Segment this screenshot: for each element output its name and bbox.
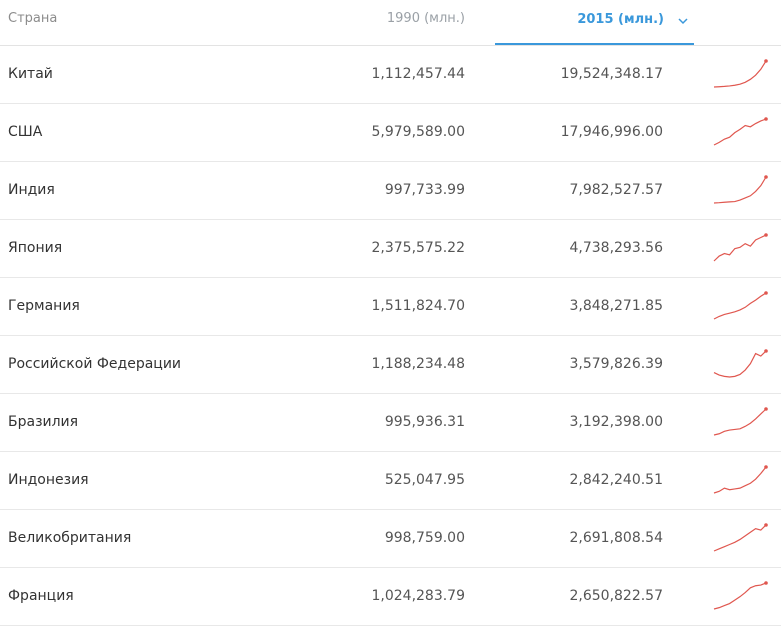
trend-sparkline bbox=[713, 117, 768, 146]
value-1990: 1,511,824.70 bbox=[371, 298, 465, 314]
trend-sparkline bbox=[713, 175, 768, 204]
value-2015: 19,524,348.17 bbox=[560, 66, 663, 82]
sparkline-endpoint bbox=[764, 523, 768, 527]
sparkline-endpoint bbox=[764, 465, 768, 469]
value-2015: 3,579,826.39 bbox=[569, 356, 663, 372]
sparkline-endpoint bbox=[764, 59, 768, 63]
table-row[interactable]: Япония 2,375,575.22 4,738,293.56 bbox=[0, 220, 781, 278]
country-name: Германия bbox=[8, 298, 80, 314]
sparkline-line bbox=[713, 60, 767, 88]
value-1990: 5,979,589.00 bbox=[371, 124, 465, 140]
value-2015: 2,842,240.51 bbox=[569, 472, 663, 488]
value-1990: 1,112,457.44 bbox=[371, 66, 465, 82]
sparkline-line bbox=[713, 176, 767, 204]
country-name: Франция bbox=[8, 588, 74, 604]
table-row[interactable]: Индонезия 525,047.95 2,842,240.51 bbox=[0, 452, 781, 510]
value-1990: 998,759.00 bbox=[384, 530, 465, 546]
table-row[interactable]: Великобритания 998,759.00 2,691,808.54 bbox=[0, 510, 781, 568]
country-name: Бразилия bbox=[8, 414, 79, 430]
value-1990: 1,188,234.48 bbox=[371, 356, 465, 372]
table-row[interactable]: США 5,979,589.00 17,946,996.00 bbox=[0, 104, 781, 162]
sparkline-line bbox=[713, 524, 767, 552]
sparkline-line bbox=[713, 466, 767, 494]
trend-sparkline bbox=[713, 291, 768, 320]
country-name: Великобритания bbox=[8, 530, 132, 546]
sparkline-endpoint bbox=[764, 407, 768, 411]
sparkline-endpoint bbox=[764, 349, 768, 353]
value-2015: 7,982,527.57 bbox=[569, 182, 663, 198]
value-1990: 1,024,283.79 bbox=[371, 588, 465, 604]
country-name: Япония bbox=[8, 240, 63, 256]
gdp-table: Страна 1990 (млн.) 2015 (млн.) Китай 1,11… bbox=[0, 0, 781, 626]
country-name: Индонезия bbox=[8, 472, 89, 488]
column-header-country[interactable]: Страна bbox=[8, 11, 57, 26]
value-1990: 997,733.99 bbox=[384, 182, 465, 198]
trend-sparkline bbox=[713, 465, 768, 494]
table-row[interactable]: Китай 1,112,457.44 19,524,348.17 bbox=[0, 46, 781, 104]
table-row[interactable]: Индия 997,733.99 7,982,527.57 bbox=[0, 162, 781, 220]
sparkline-line bbox=[713, 582, 767, 610]
value-1990: 995,936.31 bbox=[384, 414, 465, 430]
table-row[interactable]: Бразилия 995,936.31 3,192,398.00 bbox=[0, 394, 781, 452]
sparkline-line bbox=[713, 350, 767, 378]
column-header-2015-sorted[interactable]: 2015 (млн.) bbox=[495, 0, 694, 45]
sparkline-line bbox=[713, 234, 767, 262]
table-body: Китай 1,112,457.44 19,524,348.17 США 5,979,5… bbox=[0, 46, 781, 626]
trend-sparkline bbox=[713, 523, 768, 552]
sparkline-endpoint bbox=[764, 581, 768, 585]
country-name: Российской Федерации bbox=[8, 356, 182, 372]
sparkline-endpoint bbox=[764, 175, 768, 179]
sparkline-endpoint bbox=[764, 117, 768, 121]
column-header-2015-label: 2015 (млн.) bbox=[577, 12, 664, 27]
column-header-1990[interactable]: 1990 (млн.) bbox=[387, 11, 465, 26]
value-2015: 17,946,996.00 bbox=[560, 124, 663, 140]
trend-sparkline bbox=[713, 349, 768, 378]
trend-sparkline bbox=[713, 233, 768, 262]
trend-sparkline bbox=[713, 59, 768, 88]
sparkline-endpoint bbox=[764, 233, 768, 237]
table-row[interactable]: Германия 1,511,824.70 3,848,271.85 bbox=[0, 278, 781, 336]
value-2015: 3,848,271.85 bbox=[569, 298, 663, 314]
sparkline-line bbox=[713, 292, 767, 320]
chevron-down-icon[interactable] bbox=[676, 16, 690, 26]
value-2015: 3,192,398.00 bbox=[569, 414, 663, 430]
table-row[interactable]: Российской Федерации 1,188,234.48 3,579,82… bbox=[0, 336, 781, 394]
country-name: Китай bbox=[8, 66, 53, 82]
table-row[interactable]: Франция 1,024,283.79 2,650,822.57 bbox=[0, 568, 781, 626]
table-header: Страна 1990 (млн.) 2015 (млн.) bbox=[0, 0, 781, 46]
value-2015: 2,650,822.57 bbox=[569, 588, 663, 604]
country-name: Индия bbox=[8, 182, 55, 198]
sparkline-line bbox=[713, 118, 767, 146]
trend-sparkline bbox=[713, 581, 768, 610]
value-1990: 2,375,575.22 bbox=[371, 240, 465, 256]
value-1990: 525,047.95 bbox=[384, 472, 465, 488]
sparkline-endpoint bbox=[764, 291, 768, 295]
sparkline-line bbox=[713, 408, 767, 436]
country-name: США bbox=[8, 124, 43, 140]
trend-sparkline bbox=[713, 407, 768, 436]
value-2015: 2,691,808.54 bbox=[569, 530, 663, 546]
value-2015: 4,738,293.56 bbox=[569, 240, 663, 256]
